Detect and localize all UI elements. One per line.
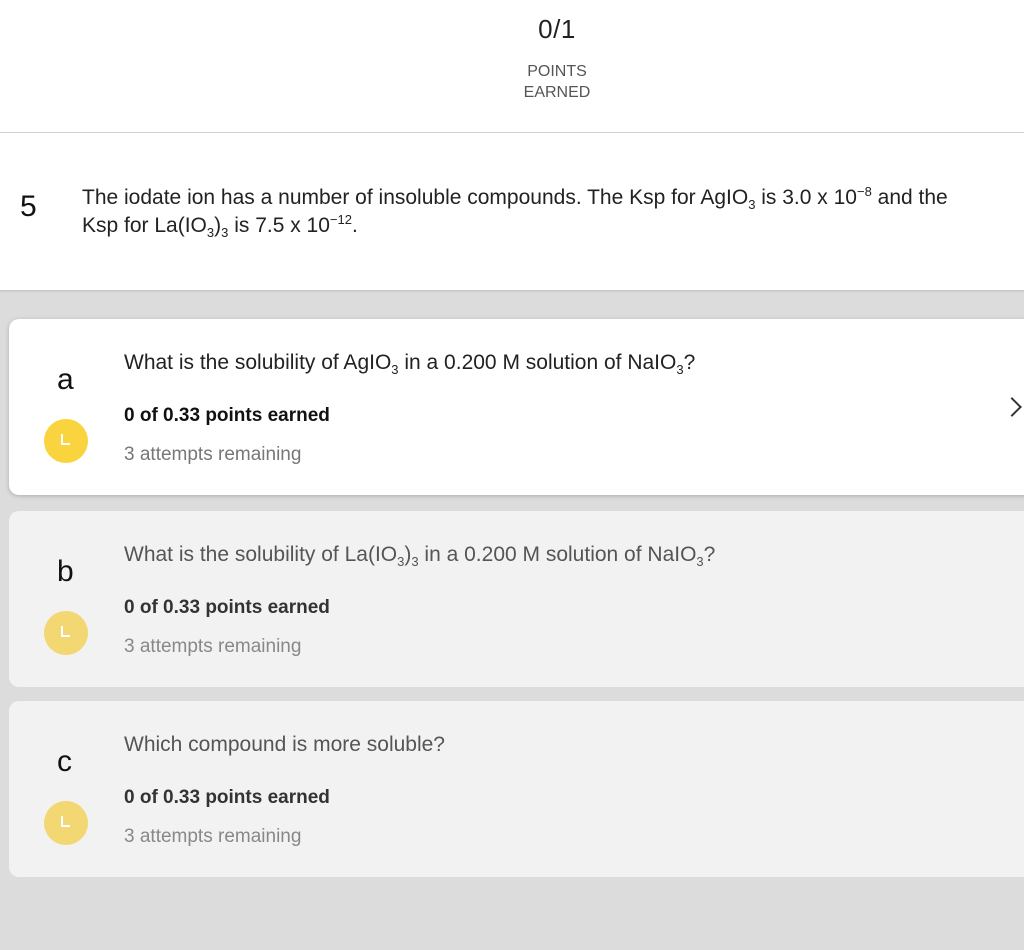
part-a-card[interactable]: a What is the solubility of AgIO3 in a 0… — [9, 319, 1024, 495]
score-value: 0/1 — [538, 14, 576, 44]
points-earned: 0 of 0.33 points earned — [124, 405, 330, 426]
question-prompt: The iodate ion has a number of insoluble… — [82, 184, 948, 241]
score-label: POINTS EARNED — [457, 61, 657, 103]
part-letter: a — [57, 363, 74, 396]
part-letter: c — [57, 745, 72, 778]
part-c-card[interactable]: c Which compound is more soluble? 0 of 0… — [9, 701, 1024, 877]
part-question: What is the solubility of La(IO3)3 in a … — [124, 543, 716, 570]
attempts-remaining: 3 attempts remaining — [124, 444, 302, 465]
question-header: 0/1 POINTS EARNED 5 The iodate ion has a… — [0, 0, 1024, 290]
in-progress-icon — [44, 801, 88, 845]
points-earned: 0 of 0.33 points earned — [124, 597, 330, 618]
part-question: Which compound is more soluble? — [124, 733, 445, 756]
part-b-card[interactable]: b What is the solubility of La(IO3)3 in … — [9, 511, 1024, 687]
question-number: 5 — [20, 190, 37, 223]
score-label-line1: POINTS — [527, 63, 587, 80]
score-summary: 0/1 POINTS EARNED — [457, 14, 657, 103]
part-letter: b — [57, 555, 74, 588]
header-divider — [0, 132, 1024, 133]
points-earned: 0 of 0.33 points earned — [124, 787, 330, 808]
attempts-remaining: 3 attempts remaining — [124, 636, 302, 657]
attempts-remaining: 3 attempts remaining — [124, 826, 302, 847]
in-progress-icon — [44, 419, 88, 463]
chevron-right-icon[interactable] — [1002, 397, 1022, 417]
header-shadow — [0, 290, 1024, 293]
score-label-line2: EARNED — [523, 84, 591, 101]
in-progress-icon — [44, 611, 88, 655]
part-question: What is the solubility of AgIO3 in a 0.2… — [124, 351, 696, 378]
